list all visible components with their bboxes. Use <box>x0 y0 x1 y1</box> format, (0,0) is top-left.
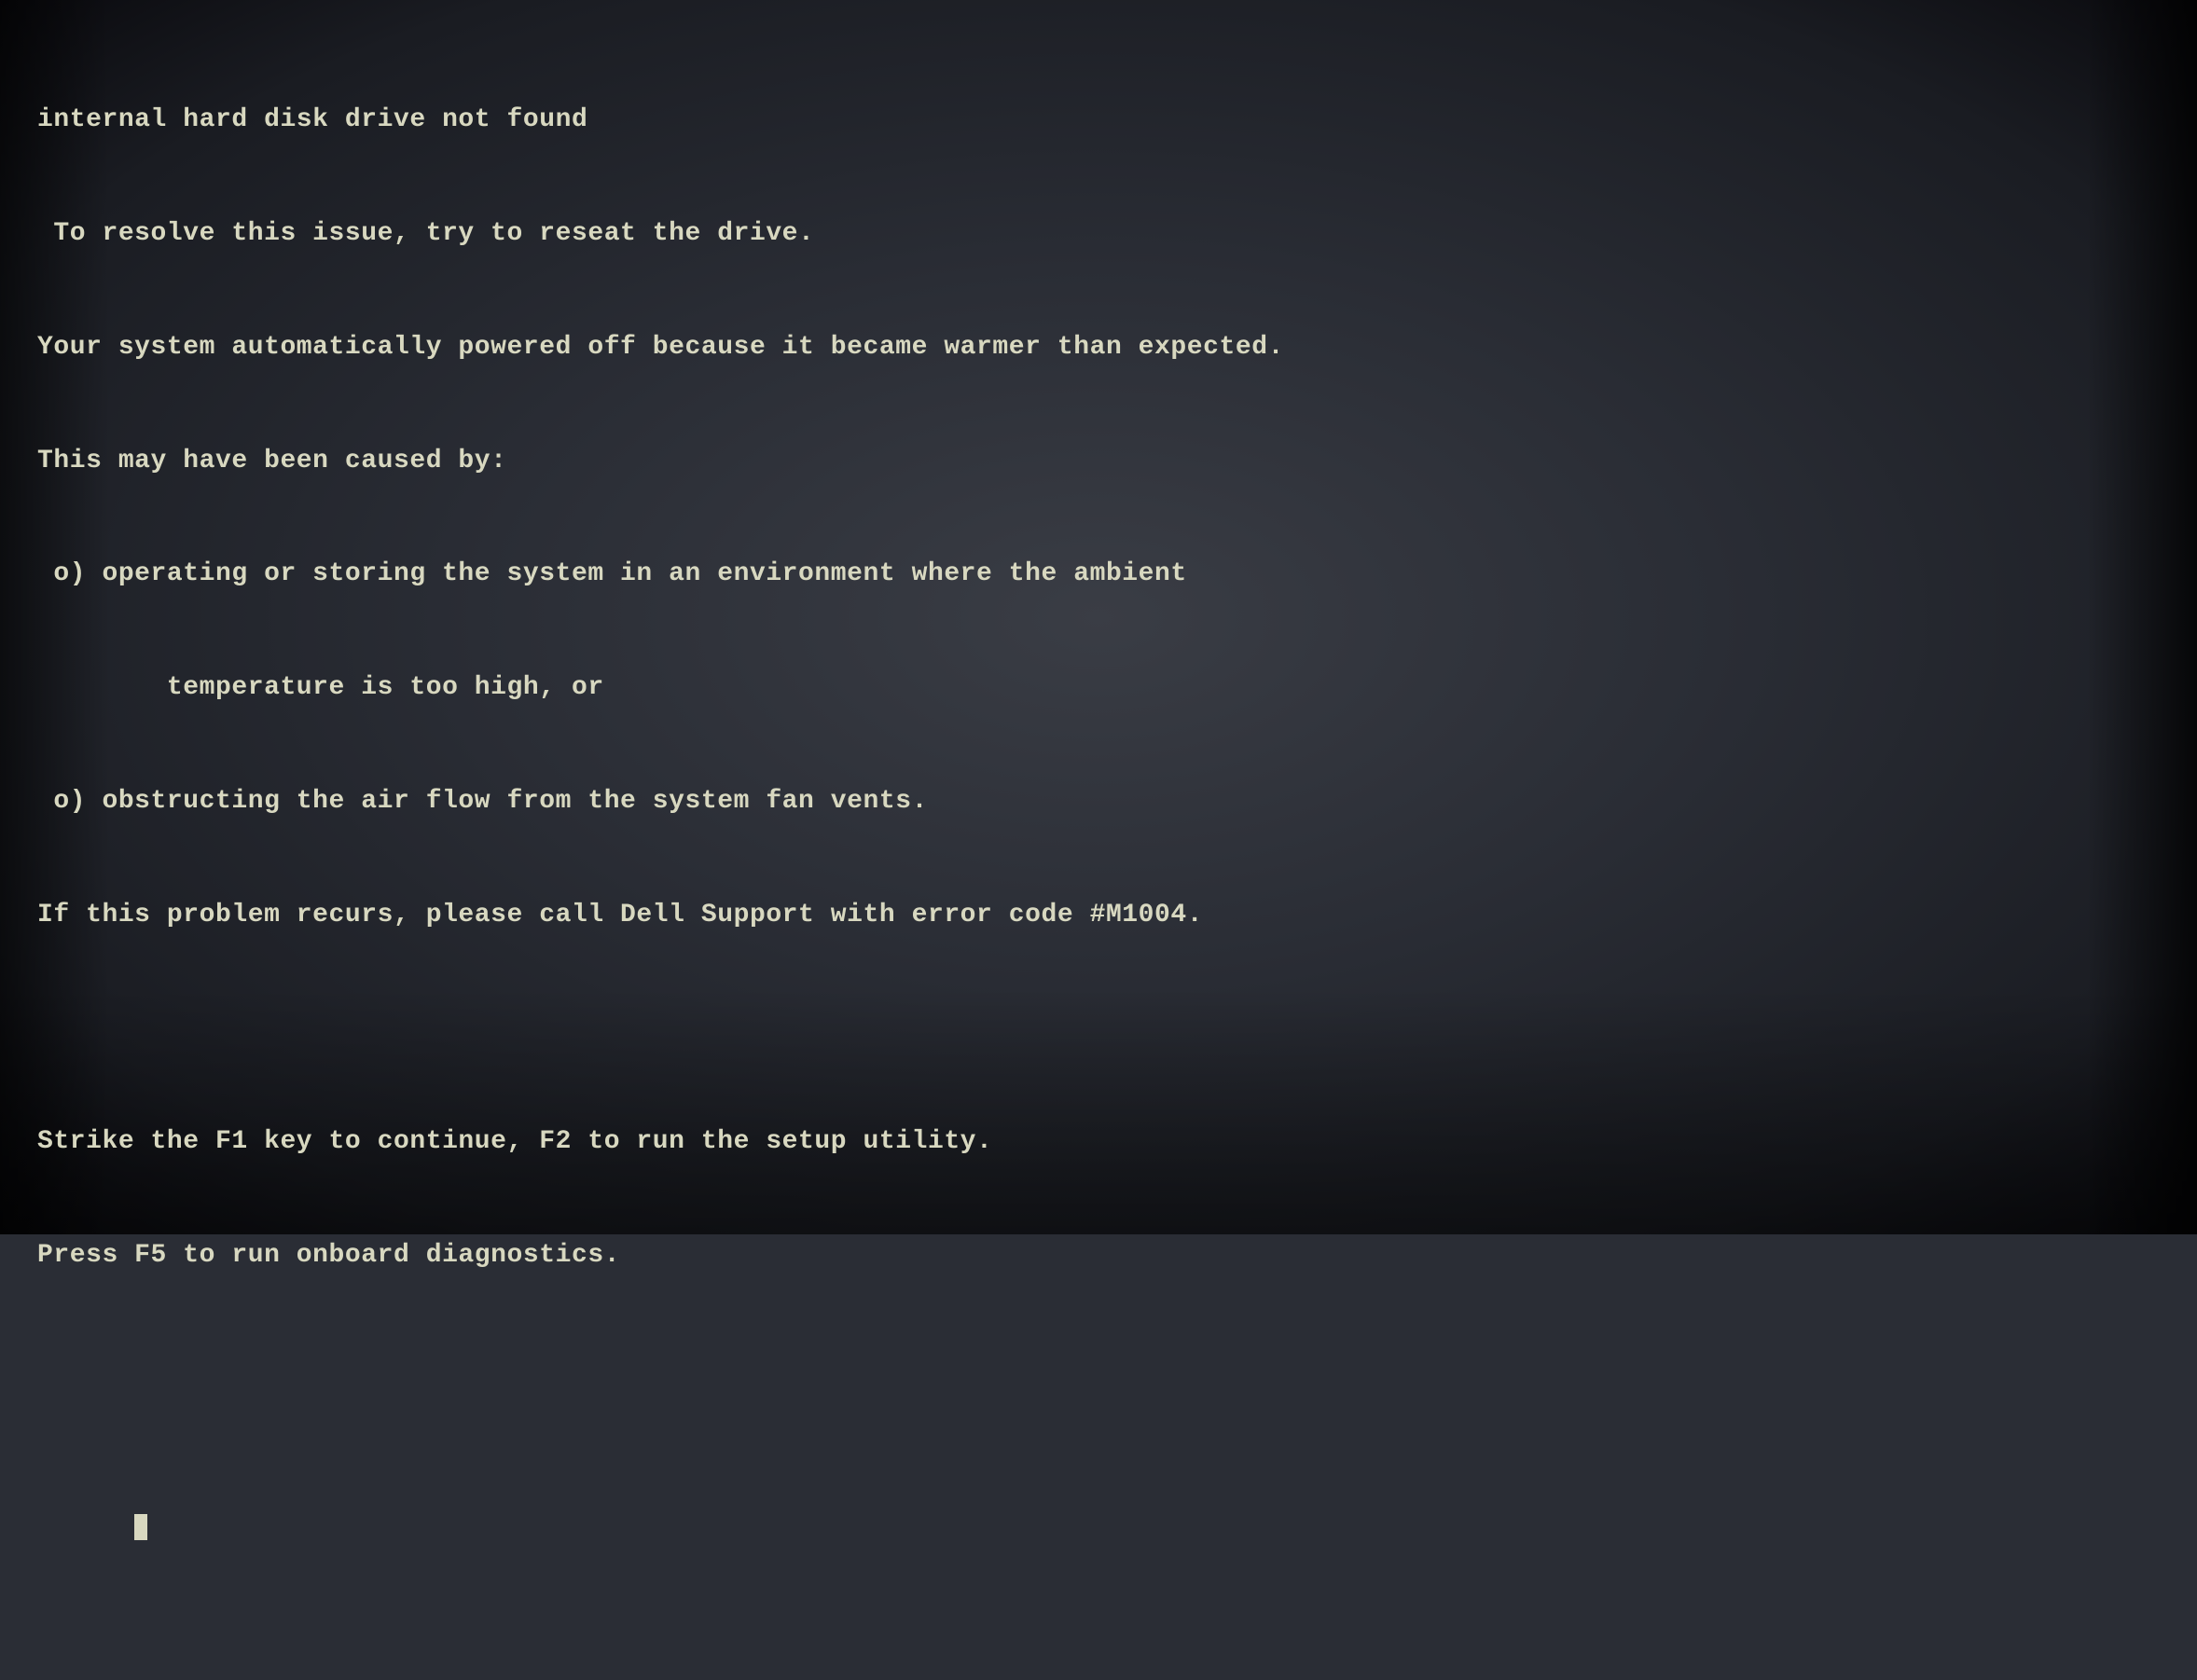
line-4: This may have been caused by: <box>37 443 1284 481</box>
line-6: temperature is too high, or <box>37 669 1284 708</box>
line-blank-2 <box>37 1351 1284 1389</box>
line-9: Strike the F1 key to continue, F2 to run… <box>37 1123 1284 1162</box>
terminal-cursor <box>134 1514 147 1540</box>
cursor-line <box>37 1465 1284 1578</box>
line-8: If this problem recurs, please call Dell… <box>37 897 1284 935</box>
line-5: o) operating or storing the system in an… <box>37 556 1284 594</box>
bios-error-screen: internal hard disk drive not found To re… <box>0 0 2197 1234</box>
line-3: Your system automatically powered off be… <box>37 329 1284 367</box>
line-7: o) obstructing the air flow from the sys… <box>37 783 1284 821</box>
line-2: To resolve this issue, try to reseat the… <box>37 215 1284 254</box>
line-blank-1 <box>37 1010 1284 1048</box>
line-10: Press F5 to run onboard diagnostics. <box>37 1237 1284 1275</box>
line-1: internal hard disk drive not found <box>37 102 1284 140</box>
terminal-output: internal hard disk drive not found To re… <box>0 0 1321 1680</box>
